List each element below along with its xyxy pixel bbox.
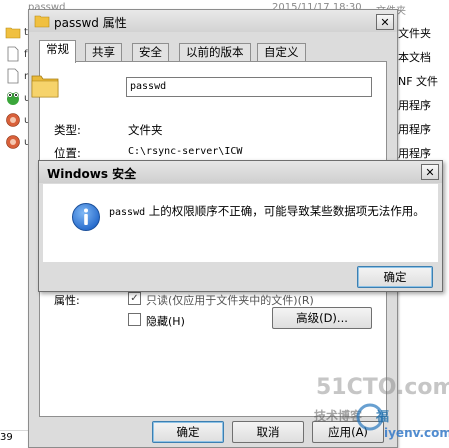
watermark-brand: 51CTO.com (316, 375, 449, 400)
cancel-button[interactable]: 取消 (232, 421, 304, 443)
attributes-label: 属性: (54, 294, 80, 307)
type-label: 类型: (54, 123, 81, 137)
explorer-type-cell: 文件夹 (398, 27, 431, 40)
readonly-checkbox[interactable]: ✓ (128, 292, 141, 305)
explorer-type-cell: 用程序 (398, 123, 431, 136)
watermark-url: iyenv.com (384, 426, 449, 440)
explorer-type-cell: NF 文件 (398, 75, 439, 88)
alert-message-text: 上的权限顺序不正确，可能导致某些数据项无法作用。 (145, 204, 425, 218)
explorer-item-stub: f (24, 49, 28, 60)
alert-ok-button[interactable]: 确定 (357, 266, 433, 288)
security-alert-dialog: Windows 安全 ✕ passwd 上的权限顺序不正确，可能导致某些数据项无… (38, 160, 443, 292)
alert-title: Windows 安全 (47, 167, 137, 181)
advanced-button[interactable]: 高级(D)... (272, 307, 372, 329)
document-icon[interactable] (5, 46, 21, 62)
type-value: 文件夹 (128, 123, 163, 137)
tab-customize[interactable]: 自定义 (257, 43, 306, 62)
alert-titlebar[interactable]: Windows 安全 ✕ (39, 161, 442, 183)
watermark-fu: 福 (376, 410, 390, 425)
tab-general[interactable]: 常规 (39, 40, 76, 63)
alert-message-name: passwd (109, 207, 146, 218)
location-label: 位置: (54, 146, 81, 160)
tab-label: 自定义 (264, 45, 299, 59)
folder-icon[interactable] (5, 24, 21, 40)
close-button[interactable]: ✕ (376, 14, 394, 30)
tab-label: 以前的版本 (186, 45, 244, 59)
tab-previous-versions[interactable]: 以前的版本 (179, 43, 251, 62)
properties-titlebar[interactable]: passwd 属性 ✕ (29, 10, 397, 32)
alert-close-button[interactable]: ✕ (421, 164, 439, 180)
tab-label: 共享 (92, 45, 115, 59)
folder-large-icon (31, 75, 59, 98)
tab-label: 常规 (46, 42, 69, 56)
location-value: C:\rsync-server\ICW (128, 146, 243, 157)
ok-button[interactable]: 确定 (152, 421, 224, 443)
document-icon[interactable] (5, 68, 21, 84)
app-icon[interactable] (5, 134, 21, 150)
hidden-checkbox[interactable] (128, 313, 141, 326)
tab-security[interactable]: 安全 (132, 43, 169, 62)
folder-name-input[interactable]: passwd (126, 77, 372, 97)
app-icon[interactable] (5, 112, 21, 128)
explorer-type-column: 文件夹 本文档 NF 文件 用程序 用程序 用程序 (398, 22, 449, 166)
status-bar-text: 39 (0, 432, 13, 443)
info-icon (72, 203, 100, 231)
readonly-label: 只读(仅应用于文件夹中的文件)(R) (146, 294, 314, 307)
explorer-type-cell: 本文档 (398, 51, 431, 64)
properties-title: passwd 属性 (54, 16, 127, 30)
alert-body: passwd 上的权限顺序不正确，可能导致某些数据项无法作用。 (43, 184, 438, 262)
folder-icon (34, 15, 50, 28)
tab-label: 安全 (139, 45, 162, 59)
close-icon: ✕ (425, 165, 435, 179)
alert-message: passwd 上的权限顺序不正确，可能导致某些数据项无法作用。 (109, 204, 425, 220)
close-icon: ✕ (380, 15, 390, 29)
explorer-type-cell: 用程序 (398, 99, 431, 112)
hidden-label: 隐藏(H) (146, 315, 185, 328)
frog-app-icon[interactable] (5, 90, 21, 106)
tab-sharing[interactable]: 共享 (85, 43, 122, 62)
